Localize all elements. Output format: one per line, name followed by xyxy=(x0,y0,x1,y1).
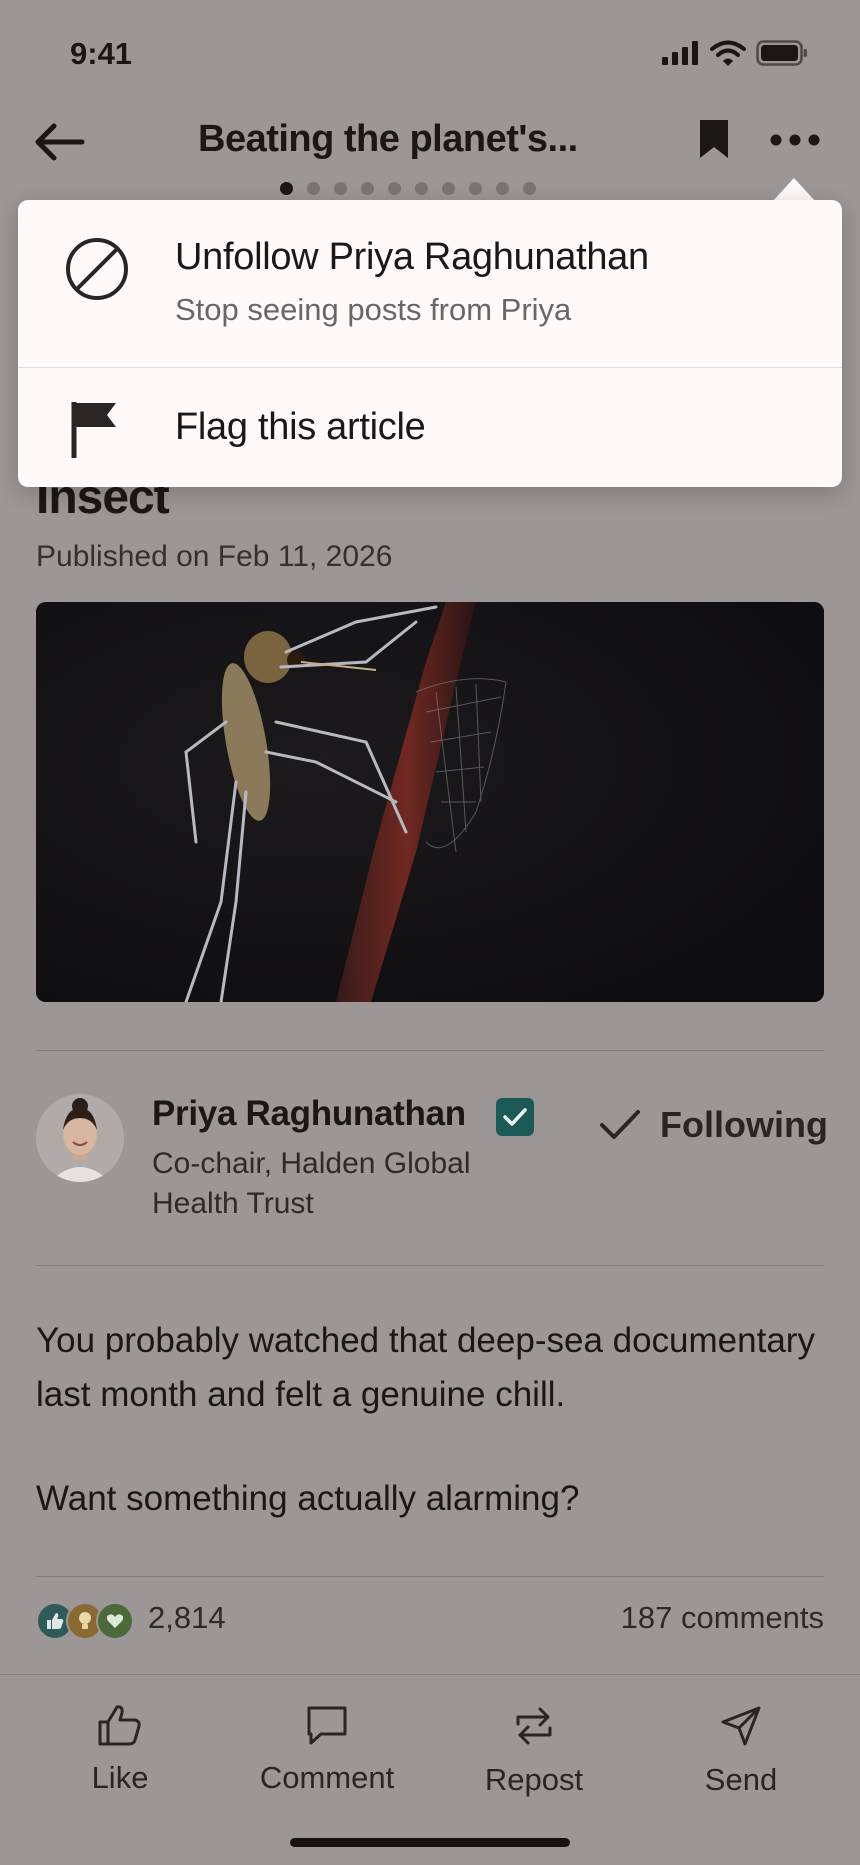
page-dot xyxy=(334,182,347,195)
page-dot xyxy=(496,182,509,195)
thumbs-up-icon xyxy=(98,1705,141,1746)
body-paragraph: Want something actually alarming? xyxy=(36,1479,580,1518)
page-dot xyxy=(469,182,482,195)
page-dot xyxy=(388,182,401,195)
comment-count[interactable]: 187 comments xyxy=(621,1600,824,1636)
bookmark-icon[interactable] xyxy=(698,118,730,160)
back-arrow-icon[interactable] xyxy=(32,120,88,164)
send-icon xyxy=(721,1706,761,1746)
send-button[interactable]: Send xyxy=(641,1704,841,1798)
page-dot xyxy=(442,182,455,195)
following-label: Following xyxy=(660,1104,828,1145)
page-dot xyxy=(361,182,374,195)
signal-icon xyxy=(662,41,698,65)
menu-item-title: Flag this article xyxy=(175,406,426,448)
mosquito-photo xyxy=(36,602,824,1002)
avatar[interactable] xyxy=(36,1094,124,1182)
flag-icon xyxy=(71,402,116,458)
status-icons xyxy=(662,40,808,66)
author-name[interactable]: Priya Raghunathan xyxy=(152,1094,466,1134)
more-options-icon[interactable] xyxy=(770,130,820,150)
comment-label: Comment xyxy=(259,1760,395,1795)
comment-icon xyxy=(307,1706,347,1745)
page-indicator xyxy=(280,182,536,195)
menu-item-title: Unfollow Priya Raghunathan xyxy=(175,236,649,278)
verified-badge-icon xyxy=(496,1098,534,1136)
reaction-icons[interactable] xyxy=(36,1602,134,1640)
nav-title: Beating the planet's... xyxy=(198,118,578,160)
comment-button[interactable]: Comment xyxy=(227,1704,427,1796)
repost-label: Repost xyxy=(484,1762,584,1797)
repost-button[interactable]: Repost xyxy=(434,1704,634,1798)
wifi-icon xyxy=(710,40,746,66)
block-icon xyxy=(66,238,128,300)
divider xyxy=(36,1576,824,1577)
send-label: Send xyxy=(704,1762,778,1797)
body-paragraph: You probably watched that deep-sea docum… xyxy=(36,1321,815,1414)
following-button[interactable]: Following xyxy=(598,1104,828,1146)
page-dot xyxy=(415,182,428,195)
battery-icon xyxy=(756,40,807,66)
menu-item-unfollow[interactable]: Unfollow Priya Raghunathan Stop seeing p… xyxy=(18,200,842,368)
page-dot xyxy=(307,182,320,195)
author-title: Co-chair, Halden Global Health Trust xyxy=(152,1147,471,1220)
menu-item-subtitle: Stop seeing posts from Priya xyxy=(175,292,572,327)
home-indicator[interactable] xyxy=(290,1838,570,1847)
author-photo xyxy=(36,1094,124,1182)
article-body: You probably watched that deep-sea docum… xyxy=(36,1314,836,1576)
page-dot xyxy=(523,182,536,195)
divider xyxy=(36,1265,824,1266)
divider xyxy=(36,1050,824,1051)
checkmark-icon xyxy=(600,1110,640,1139)
page-dot xyxy=(280,182,293,195)
repost-icon xyxy=(516,1707,552,1745)
menu-caret xyxy=(772,178,816,202)
love-reaction-icon xyxy=(96,1602,134,1640)
options-menu: Unfollow Priya Raghunathan Stop seeing p… xyxy=(18,200,842,487)
reaction-count[interactable]: 2,814 xyxy=(148,1600,226,1636)
like-button[interactable]: Like xyxy=(20,1704,220,1796)
article-hero-image[interactable] xyxy=(36,602,824,1002)
menu-item-flag[interactable]: Flag this article xyxy=(18,368,842,487)
status-time: 9:41 xyxy=(70,36,133,71)
like-label: Like xyxy=(91,1760,149,1795)
published-date: Published on Feb 11, 2026 xyxy=(36,540,393,573)
